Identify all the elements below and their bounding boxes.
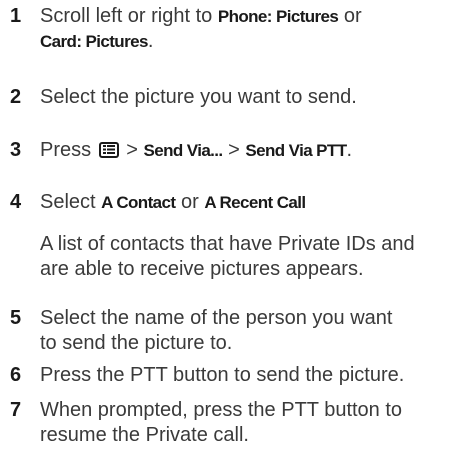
menu-key-icon	[98, 142, 119, 158]
step-number: 3	[10, 139, 22, 161]
step-text-part: or	[175, 191, 205, 213]
step-text: Select A Contact or A Recent Call	[40, 190, 450, 215]
ui-label-a-contact: A Contact	[101, 193, 176, 212]
step-number: 4	[10, 191, 22, 213]
step-text-part: or	[338, 5, 362, 27]
step-number: 5	[10, 307, 22, 329]
step-text-line: to send the picture to.	[40, 332, 233, 354]
ui-label-a-recent-call: A Recent Call	[204, 193, 306, 212]
step-text-part: .	[147, 30, 154, 52]
step-text: Press > Send Via... > Send Via PTT.	[40, 138, 450, 163]
menu-separator: >	[222, 139, 246, 161]
step-text: Select the picture you want to send.	[40, 86, 357, 108]
step-number: 7	[10, 399, 22, 421]
ui-label-send-via-ptt: Send Via PTT	[245, 141, 347, 160]
step-4-note: A list of contacts that have Private IDs…	[40, 232, 450, 282]
step-text: When prompted, press the PTT button to r…	[40, 398, 450, 448]
step-text: Select the name of the person you want t…	[40, 306, 450, 356]
step-text-part: Select	[40, 191, 102, 213]
note-line: A list of contacts that have Private IDs…	[40, 233, 415, 255]
step-number: 1	[10, 5, 22, 27]
note-line: are able to receive pictures appears.	[40, 258, 364, 280]
step-text: Scroll left or right to Phone: Pictures …	[40, 4, 450, 54]
step-text-line: resume the Private call.	[40, 424, 249, 446]
menu-separator: >	[120, 139, 144, 161]
step-text-part: Scroll left or right to	[40, 5, 218, 27]
ui-label-card-pictures: Card: Pictures	[40, 32, 148, 51]
step-number: 6	[10, 364, 22, 386]
step-text-line: When prompted, press the PTT button to	[40, 399, 403, 421]
step-text-line: Select the name of the person you want	[40, 307, 393, 329]
step-text-part: Press	[40, 139, 97, 161]
ui-label-send-via: Send Via...	[143, 141, 223, 160]
ui-label-phone-pictures: Phone: Pictures	[217, 7, 339, 26]
step-text: Press the PTT button to send the picture…	[40, 364, 405, 386]
step-text-part: .	[346, 139, 353, 161]
step-number: 2	[10, 86, 22, 108]
